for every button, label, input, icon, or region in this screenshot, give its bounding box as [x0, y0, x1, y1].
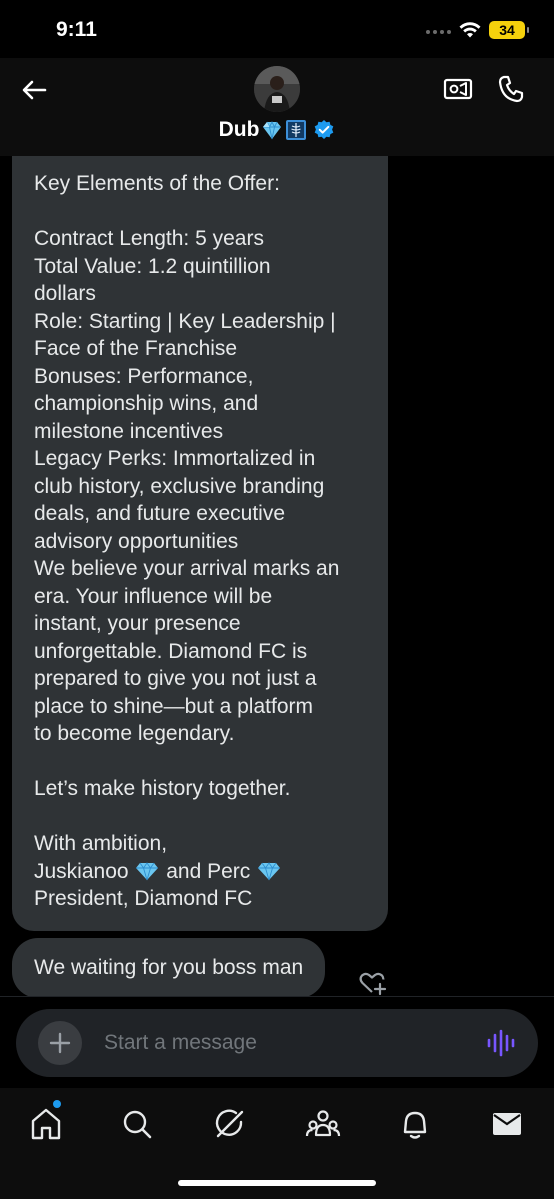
message-line: prepared to give you not just a: [34, 667, 317, 690]
message-bubble[interactable]: Key Elements of the Offer: Contract Leng…: [12, 156, 388, 931]
verified-badge-icon: [315, 120, 334, 139]
message-line: instant, your presence: [34, 612, 241, 635]
phone-icon: [498, 75, 524, 103]
message-composer: [16, 1009, 538, 1077]
composer-area: [0, 996, 554, 1088]
communities-icon: [305, 1110, 341, 1137]
message-line: unforgettable. Diamond FC is: [34, 639, 308, 663]
tab-communities[interactable]: [303, 1104, 343, 1144]
battery-indicator: 34: [489, 21, 529, 39]
tab-messages[interactable]: [487, 1104, 527, 1144]
message-text: We waiting for you boss man: [34, 956, 304, 979]
message-line: advisory opportunities: [34, 529, 239, 553]
notifications-icon: [403, 1111, 427, 1139]
x-ray-icon: [286, 120, 307, 140]
message-line: Key Elements of the Offer:: [34, 172, 280, 195]
arrow-left-icon: [22, 80, 47, 100]
search-icon: [123, 1110, 152, 1139]
voice-message-button[interactable]: [486, 1029, 516, 1057]
tab-grok[interactable]: [210, 1104, 250, 1144]
message-line: club history, exclusive branding: [34, 474, 325, 498]
message-line: Contract Length: 5 years: [34, 227, 264, 250]
add-media-button[interactable]: [38, 1021, 82, 1065]
message-text: Key Elements of the Offer: Contract Leng…: [34, 170, 366, 858]
video-call-button[interactable]: [443, 76, 473, 102]
message-line: Face of the Franchise: [34, 337, 238, 360]
contact-name: Dub: [218, 118, 260, 141]
message-bubble[interactable]: We waiting for you boss man: [12, 938, 326, 996]
gem-icon: [263, 120, 282, 140]
add-reaction-button[interactable]: [358, 970, 388, 996]
home-icon: [31, 1108, 61, 1140]
message-line: place to shine—but a platform: [34, 694, 313, 718]
message-line: deals, and future executive: [34, 502, 285, 525]
contact-name-row[interactable]: Dub: [0, 118, 554, 142]
message-thread[interactable]: Key Elements of the Offer: Contract Leng…: [0, 156, 554, 996]
message-line: championship wins, and: [34, 392, 259, 415]
tab-notifications[interactable]: [395, 1104, 435, 1144]
message-line: We believe your arrival marks an: [34, 557, 340, 580]
message-input[interactable]: [104, 1009, 464, 1077]
signature-title: President, Diamond FC: [34, 887, 253, 910]
signature-name-2: and Perc: [166, 859, 251, 883]
message-line: Legacy Perks: Immortalized in: [34, 447, 316, 470]
message-line: With ambition,: [34, 832, 168, 855]
gem-icon: [136, 861, 159, 880]
message-line: dollars: [34, 282, 96, 305]
heart-plus-icon: [359, 972, 387, 996]
tab-search[interactable]: [117, 1104, 157, 1144]
message-line: Total Value: 1.2 quintillion: [34, 254, 271, 278]
bottom-tab-bar: [0, 1088, 554, 1199]
phone-call-button[interactable]: [497, 74, 525, 104]
status-bar: 9:11 34: [0, 0, 554, 58]
avatar-image: [254, 66, 300, 112]
tab-home[interactable]: [26, 1104, 66, 1144]
status-time: 9:11: [56, 18, 97, 41]
message-line: Bonuses: Performance,: [34, 364, 254, 388]
voice-waveform-icon: [487, 1029, 515, 1057]
back-button[interactable]: [18, 74, 50, 106]
chat-header: Dub: [0, 58, 554, 156]
grok-icon: [215, 1109, 244, 1138]
message-line: Role: Starting | Key Leadership |: [34, 309, 336, 333]
home-indicator: [178, 1180, 376, 1186]
message-line: Let’s make history together.: [34, 777, 291, 800]
gem-icon: [258, 861, 281, 880]
cellular-signal-icon: [426, 30, 451, 34]
wifi-icon: [459, 22, 481, 38]
video-call-icon: [443, 78, 473, 100]
message-line: era. Your influence will be: [34, 584, 273, 608]
signature-name: Juskianoo: [34, 859, 129, 883]
message-line: to become legendary.: [34, 722, 235, 745]
messages-icon: [493, 1113, 521, 1135]
notification-dot: [53, 1100, 61, 1108]
message-signature-line: Juskianoo and Perc: [34, 858, 366, 886]
avatar[interactable]: [254, 66, 300, 112]
plus-icon: [49, 1032, 71, 1054]
message-line: milestone incentives: [34, 419, 224, 443]
